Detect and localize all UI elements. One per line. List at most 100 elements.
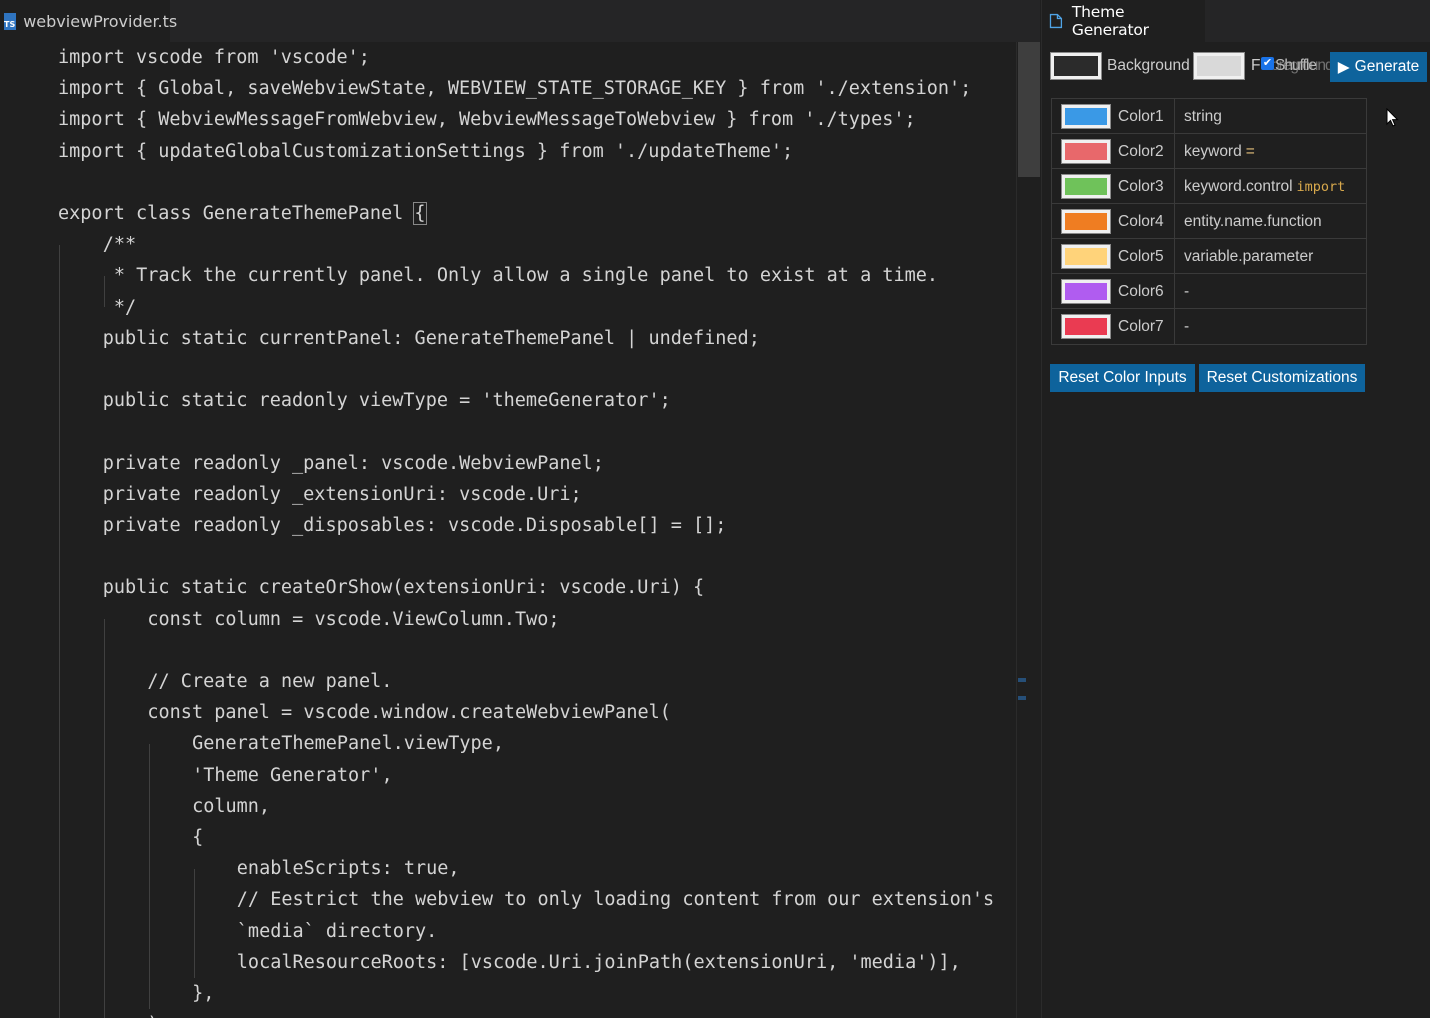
code-token: { bbox=[192, 827, 204, 848]
code-line[interactable]: import { updateGlobalCustomizationSettin… bbox=[58, 136, 793, 167]
code-token: ; bbox=[358, 47, 370, 68]
code-token: private readonly _panel: vscode.WebviewP… bbox=[102, 452, 604, 474]
code-line[interactable]: { bbox=[192, 822, 203, 853]
code-line[interactable]: private readonly _extensionUri: vscode.U… bbox=[103, 479, 582, 510]
color-row: Color5 variable.parameter bbox=[1052, 239, 1366, 274]
code-token: private readonly _disposables: vscode.Di… bbox=[102, 515, 727, 536]
code-token: // Eestrict the webview to only loading … bbox=[236, 889, 995, 911]
color-swatch-input[interactable] bbox=[1061, 244, 1111, 269]
indent-guide bbox=[149, 744, 150, 1010]
foreground-label: F bbox=[1251, 57, 1261, 74]
tab-theme-generator[interactable]: Theme Generator bbox=[1042, 0, 1205, 42]
color-scope: - bbox=[1184, 318, 1189, 336]
code-line[interactable]: localResourceRoots: [vscode.Uri.joinPath… bbox=[237, 947, 961, 978]
indent-guide bbox=[59, 244, 60, 1018]
color-scope: keyword = bbox=[1184, 143, 1255, 161]
reset-color-inputs-button[interactable]: Reset Color Inputs bbox=[1050, 364, 1195, 392]
generate-button[interactable]: ▶ Generate bbox=[1330, 52, 1427, 82]
color-swatch-input[interactable] bbox=[1061, 279, 1111, 304]
code-token: import vscode from bbox=[58, 47, 270, 68]
generate-button-label: Generate bbox=[1354, 58, 1420, 75]
code-token: enableScripts: true, bbox=[236, 858, 460, 880]
code-line[interactable]: }, bbox=[192, 978, 214, 1009]
code-line[interactable]: import vscode from 'vscode'; bbox=[58, 42, 370, 73]
code-line[interactable]: public static createOrShow(extensionUri:… bbox=[103, 572, 704, 603]
code-line[interactable]: */ bbox=[103, 292, 136, 323]
color-row: Color3 keyword.control import bbox=[1052, 169, 1366, 204]
code-token: 'Theme Generator', bbox=[192, 764, 393, 786]
code-token: }, bbox=[192, 983, 215, 1004]
code-line[interactable]: column, bbox=[192, 791, 270, 822]
code-line[interactable]: enableScripts: true, bbox=[237, 853, 460, 884]
code-token: 'vscode' bbox=[269, 47, 359, 68]
code-line[interactable]: export class GenerateThemePanel { bbox=[58, 198, 427, 229]
code-line[interactable]: // Eestrict the webview to only loading … bbox=[237, 884, 994, 915]
indent-guide bbox=[104, 276, 105, 308]
theme-generator-panel: Theme Generator Background F Shuffle oregr… bbox=[1041, 0, 1430, 1018]
color-scope-text: - bbox=[1184, 318, 1190, 335]
indent-guide bbox=[194, 868, 195, 978]
color-scope-text: entity.name.function bbox=[1184, 213, 1322, 230]
color-swatch-input[interactable] bbox=[1061, 104, 1111, 129]
code-token: const panel = vscode.window.createWebvie… bbox=[147, 702, 671, 724]
code-editor[interactable]: TS webviewProvider.ts import vscode from… bbox=[0, 0, 1040, 1018]
color-scope: entity.name.function bbox=[1184, 213, 1322, 231]
foreground-color-input[interactable] bbox=[1193, 52, 1245, 80]
color-swatch-input[interactable] bbox=[1061, 174, 1111, 199]
code-line[interactable]: const panel = vscode.window.createWebvie… bbox=[147, 697, 670, 728]
color-scope-text: - bbox=[1184, 283, 1190, 300]
code-line[interactable]: public static readonly viewType = 'theme… bbox=[103, 385, 671, 416]
color-row: Color1 string bbox=[1052, 99, 1366, 134]
code-line[interactable]: private readonly _disposables: vscode.Di… bbox=[103, 510, 727, 541]
code-line[interactable]: /** bbox=[103, 229, 136, 260]
code-token: ); bbox=[147, 1014, 169, 1018]
shuffle-checkbox[interactable]: ✔ bbox=[1261, 57, 1274, 70]
color-name: Color5 bbox=[1118, 248, 1164, 265]
color-swatch-input[interactable] bbox=[1061, 314, 1111, 339]
color-name: Color4 bbox=[1118, 213, 1164, 230]
code-line[interactable]: private readonly _panel: vscode.WebviewP… bbox=[103, 448, 604, 479]
generator-toolbar: Background F Shuffle oreground ✔ ▶ Generat… bbox=[1042, 50, 1430, 82]
color-swatch-input[interactable] bbox=[1061, 139, 1111, 164]
scrollbar-selection-marker bbox=[1018, 696, 1026, 700]
code-line[interactable]: public static currentPanel: GenerateThem… bbox=[103, 323, 760, 354]
code-line[interactable]: import { WebviewMessageFromWebview, Webv… bbox=[58, 104, 916, 135]
editor-tab-webviewprovider[interactable]: TS webviewProvider.ts bbox=[0, 0, 177, 42]
file-icon bbox=[1049, 13, 1063, 29]
color-row: Color2 keyword = bbox=[1052, 134, 1366, 169]
code-token: // Create a new panel. bbox=[147, 671, 393, 692]
code-token: GenerateThemePanel.viewType, bbox=[192, 733, 504, 755]
code-token: */ bbox=[102, 296, 137, 318]
color-name: Color1 bbox=[1118, 108, 1164, 125]
code-token: public static readonly viewType = 'theme… bbox=[102, 390, 671, 412]
code-line[interactable]: 'Theme Generator', bbox=[192, 760, 392, 791]
code-line[interactable]: import { Global, saveWebviewState, WEBVI… bbox=[58, 73, 971, 104]
color-row: Color6 - bbox=[1052, 274, 1366, 309]
foreground-label-overlap: oreground bbox=[1271, 57, 1331, 74]
code-token: public static currentPanel: GenerateThem… bbox=[102, 327, 760, 349]
code-token: { bbox=[413, 202, 427, 225]
color-name: Color7 bbox=[1118, 318, 1164, 335]
color-scope-text: string bbox=[1184, 108, 1222, 125]
color-swatch-input[interactable] bbox=[1061, 209, 1111, 234]
code-line[interactable]: const column = vscode.ViewColumn.Two; bbox=[147, 604, 559, 635]
color-name: Color6 bbox=[1118, 283, 1164, 300]
indent-guide bbox=[104, 619, 105, 1018]
mouse-pointer-icon bbox=[1386, 108, 1399, 127]
editor-vertical-scrollbar[interactable] bbox=[1016, 42, 1040, 1018]
color-scope-text: variable.parameter bbox=[1184, 248, 1314, 265]
scrollbar-thumb[interactable] bbox=[1018, 42, 1040, 177]
code-line[interactable]: GenerateThemePanel.viewType, bbox=[192, 728, 504, 759]
code-token: import { WebviewMessageFromWebview, Webv… bbox=[58, 109, 916, 131]
code-line[interactable]: ); bbox=[147, 1009, 169, 1018]
background-color-input[interactable] bbox=[1050, 52, 1102, 80]
code-area[interactable]: import vscode from 'vscode'; import { Glo… bbox=[0, 42, 1016, 1018]
code-line[interactable]: `media` directory. bbox=[237, 916, 437, 947]
code-line[interactable]: * Track the currently panel. Only allow … bbox=[103, 260, 938, 291]
color-scope-text: keyword bbox=[1184, 143, 1242, 160]
color-scope-text: keyword.control bbox=[1184, 178, 1293, 195]
reset-customizations-button[interactable]: Reset Customizations bbox=[1199, 364, 1365, 392]
code-line[interactable]: // Create a new panel. bbox=[147, 666, 392, 697]
color-scope: keyword.control import bbox=[1184, 178, 1345, 196]
color-mapping-table: Color1 string Color2 keyword = Color3 keyword.… bbox=[1051, 98, 1367, 345]
